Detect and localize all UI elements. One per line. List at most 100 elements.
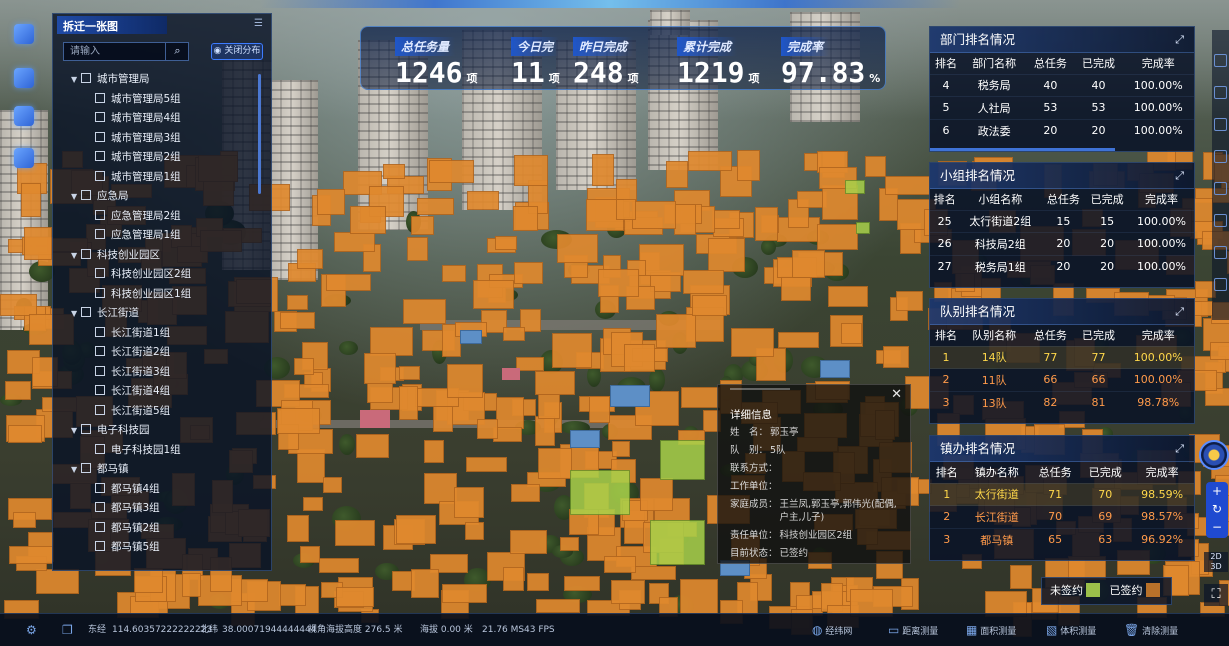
tree-item[interactable]: 科技创业园区2组 (67, 265, 267, 285)
tree-group[interactable]: ▼ 应急局 (67, 187, 267, 207)
tree-item[interactable]: 城市管理局5组 (67, 90, 267, 110)
tool-icon[interactable] (1214, 182, 1227, 195)
close-icon[interactable]: ✕ (891, 387, 902, 402)
checkbox[interactable] (95, 365, 105, 376)
fullscreen-icon[interactable]: ⛶ (1204, 584, 1228, 606)
panel-scrollbar[interactable] (930, 148, 1115, 151)
checkbox[interactable] (81, 248, 91, 259)
tree-scrollbar[interactable] (258, 74, 261, 194)
tree-item[interactable]: 城市管理局1组 (67, 168, 267, 188)
tree-item[interactable]: 长江街道2组 (67, 343, 267, 363)
tool-icon[interactable] (1214, 86, 1227, 99)
cloud-icon[interactable] (14, 106, 34, 126)
table-row[interactable]: 25 太行街道2组 15 15 100.00% (930, 209, 1194, 233)
tool-icon[interactable] (1214, 278, 1227, 291)
tree-item[interactable]: 城市管理局3组 (67, 129, 267, 149)
volume-tool[interactable]: ▧ 体积测量 (1046, 614, 1096, 646)
caret-down-icon[interactable]: ▼ (71, 70, 81, 90)
caret-down-icon[interactable]: ▼ (71, 304, 81, 324)
tool-icon[interactable] (1214, 118, 1227, 131)
table-row[interactable]: 3 13队 82 81 98.78% (930, 390, 1194, 414)
copy-icon[interactable]: ❐ (62, 614, 73, 646)
tree-item[interactable]: 长江街道1组 (67, 324, 267, 344)
flag-icon[interactable] (14, 68, 34, 88)
checkbox[interactable] (95, 268, 105, 278)
checkbox[interactable] (95, 229, 105, 239)
expand-icon[interactable]: ⤢ (1175, 436, 1184, 462)
list-icon[interactable]: ☰ (254, 18, 263, 29)
checkbox[interactable] (95, 404, 105, 415)
checkbox[interactable] (95, 541, 105, 551)
tree-group[interactable]: ▼ 电子科技园 (67, 421, 267, 441)
compass-icon[interactable] (1199, 440, 1229, 470)
tool-icon[interactable] (1214, 214, 1227, 227)
checkbox[interactable] (95, 443, 105, 454)
checkbox[interactable] (95, 521, 105, 532)
building-icon[interactable] (14, 148, 34, 168)
tree-group[interactable]: ▼ 都马镇 (67, 460, 267, 480)
table-row[interactable]: 4 税务局 40 40 100.00% (930, 73, 1194, 97)
expand-icon[interactable]: ⤢ (1175, 163, 1184, 189)
checkbox[interactable] (81, 424, 91, 434)
caret-down-icon[interactable]: ▼ (71, 460, 81, 480)
zoom-in-icon[interactable]: + (1206, 482, 1228, 500)
checkbox[interactable] (81, 73, 91, 83)
tree-panel-title[interactable]: 拆迁一张图 (57, 16, 167, 34)
table-row[interactable]: 26 科技局2组 20 20 100.00% (930, 232, 1194, 255)
table-row[interactable]: 3 都马镇 65 63 96.92% (930, 527, 1194, 551)
checkbox[interactable] (81, 307, 91, 317)
graticule-tool[interactable]: ◍ 经纬网 (812, 614, 852, 646)
reset-view-icon[interactable]: ↻ (1206, 500, 1228, 518)
view-mode-button[interactable]: 2D 3D (1204, 552, 1228, 572)
tool-icon[interactable] (1214, 54, 1227, 67)
checkbox[interactable] (95, 287, 105, 298)
tree-item[interactable]: 城市管理局4组 (67, 109, 267, 129)
tree-item[interactable]: 应急管理局2组 (67, 207, 267, 227)
checkbox[interactable] (95, 131, 105, 142)
tree-group[interactable]: ▼ 长江街道 (67, 304, 267, 324)
checkbox[interactable] (95, 385, 105, 395)
checkbox[interactable] (95, 170, 105, 181)
search-icon[interactable]: ⌕ (165, 42, 189, 61)
checkbox[interactable] (95, 346, 105, 356)
clear-tool[interactable]: 🗑 清除测量 (1124, 614, 1178, 646)
tree-group[interactable]: ▼ 城市管理局 (67, 70, 267, 90)
tree-item[interactable]: 都马镇5组 (67, 538, 267, 558)
checkbox[interactable] (95, 209, 105, 220)
tree-item[interactable]: 长江街道3组 (67, 363, 267, 383)
tree-item[interactable]: 城市管理局2组 (67, 148, 267, 168)
area-tool[interactable]: ▦ 面积测量 (966, 614, 1016, 646)
tree-item[interactable]: 应急管理局1组 (67, 226, 267, 246)
checkbox[interactable] (95, 326, 105, 337)
tree-item[interactable]: 都马镇3组 (67, 499, 267, 519)
tree-item[interactable]: 电子科技园1组 (67, 441, 267, 461)
caret-down-icon[interactable]: ▼ (71, 421, 81, 441)
caret-down-icon[interactable]: ▼ (71, 187, 81, 207)
caret-down-icon[interactable]: ▼ (71, 246, 81, 266)
expand-icon[interactable]: ⤢ (1175, 27, 1184, 53)
settings-icon[interactable]: ⚙ (26, 614, 37, 646)
expand-icon[interactable]: ⤢ (1175, 299, 1184, 325)
checkbox[interactable] (95, 502, 105, 512)
tree-item[interactable]: 都马镇2组 (67, 519, 267, 539)
tree-item[interactable]: 科技创业园区1组 (67, 285, 267, 305)
layers-icon[interactable] (14, 24, 34, 44)
table-row[interactable]: 2 长江街道 70 69 98.57% (930, 505, 1194, 528)
checkbox[interactable] (95, 92, 105, 103)
close-distribution-button[interactable]: ◉ 关闭分布 (211, 43, 263, 60)
tree-item[interactable]: 长江街道4组 (67, 382, 267, 402)
table-row[interactable]: 2 11队 66 66 100.00% (930, 368, 1194, 391)
checkbox[interactable] (95, 482, 105, 493)
tool-icon[interactable] (1214, 150, 1227, 163)
checkbox[interactable] (95, 151, 105, 161)
table-row[interactable]: 6 政法委 20 20 100.00% (930, 118, 1194, 142)
tree-item[interactable]: 长江街道5组 (67, 402, 267, 422)
table-row[interactable]: 1 14队 77 77 100.00% (930, 345, 1194, 369)
cloud-icon[interactable] (1214, 246, 1227, 259)
zoom-out-icon[interactable]: − (1206, 518, 1228, 536)
tree-group[interactable]: ▼ 科技创业园区 (67, 246, 267, 266)
table-row[interactable]: 5 人社局 53 53 100.00% (930, 96, 1194, 119)
checkbox[interactable] (95, 112, 105, 122)
table-row[interactable]: 27 税务局1组 20 20 100.00% (930, 254, 1194, 278)
tree-item[interactable]: 都马镇4组 (67, 480, 267, 500)
